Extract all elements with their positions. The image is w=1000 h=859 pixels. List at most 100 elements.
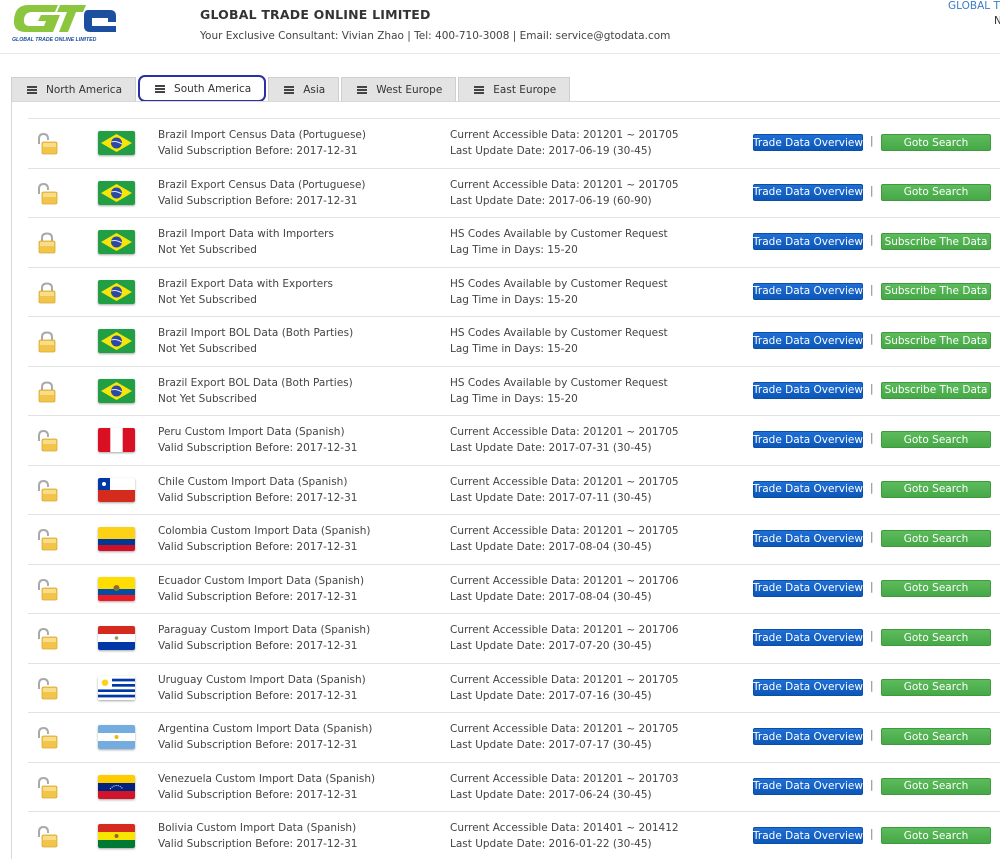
trade-data-overview-button[interactable]: Trade Data Overview (753, 480, 863, 498)
update-info: Last Update Date: 2017-06-19 (30-45) (450, 145, 652, 157)
unlock-icon (36, 627, 58, 650)
unlock-icon (36, 528, 58, 551)
subscription-status: Not Yet Subscribed (158, 244, 257, 256)
tab-east-europe[interactable]: East Europe (458, 77, 571, 102)
trade-data-overview-button[interactable]: Trade Data Overview (753, 530, 863, 547)
goto-search-button[interactable]: Goto Search (881, 431, 991, 448)
update-info: Last Update Date: 2017-08-04 (30-45) (450, 590, 652, 603)
update-info: Last Update Date: 2017-07-11 (30-45) (450, 491, 652, 504)
dataset-row-brazil: Brazil Export Census Data (Portuguese) Va… (28, 167, 1000, 218)
data-coverage: HS Codes Available by Customer Request (450, 376, 668, 389)
trade-data-overview-button[interactable]: Trade Data Overview (753, 431, 863, 448)
separator: | (870, 333, 874, 345)
subscription-status: Valid Subscription Before: 2017-12-31 (158, 145, 358, 157)
trade-data-overview-button[interactable]: Trade Data Overview (753, 777, 863, 795)
goto-search-button[interactable]: Goto Search (881, 777, 991, 795)
subscribe-button[interactable]: Subscribe The Data (881, 282, 991, 300)
dataset-row-bolivia: Bolivia Custom Import Data (Spanish) Vali… (28, 811, 1000, 859)
update-info: Last Update Date: 2016-01-22 (30-45) (450, 838, 652, 850)
flag-venezuela-icon (98, 774, 135, 799)
tab-west-europe[interactable]: West Europe (341, 77, 457, 102)
goto-search-button[interactable]: Goto Search (881, 480, 991, 498)
subscription-status: Valid Subscription Before: 2017-12-31 (158, 442, 358, 454)
unlock-icon (36, 776, 58, 799)
separator: | (870, 729, 874, 741)
goto-search-button[interactable]: Goto Search (881, 728, 991, 745)
trade-data-overview-button[interactable]: Trade Data Overview (753, 183, 863, 201)
trade-data-overview-button[interactable]: Trade Data Overview (753, 728, 863, 745)
tab-label: North America (46, 84, 123, 96)
subscription-status: Not Yet Subscribed (158, 392, 257, 405)
goto-search-button[interactable]: Goto Search (881, 134, 991, 151)
flag-brazil-icon (98, 230, 135, 254)
tab-north-america[interactable]: North America (11, 77, 137, 102)
update-info: Lag Time in Days: 15-20 (450, 244, 578, 256)
list-icon (357, 86, 368, 94)
trade-data-overview-button[interactable]: Trade Data Overview (753, 282, 863, 300)
subscription-status: Valid Subscription Before: 2017-12-31 (158, 541, 358, 553)
dataset-title: Colombia Custom Import Data (Spanish) (158, 525, 371, 537)
region-tabs: North America South America Asia West Eu… (11, 75, 572, 102)
dataset-title: Brazil Export Data with Exporters (158, 277, 333, 290)
trade-data-overview-button[interactable]: Trade Data Overview (753, 134, 863, 151)
dataset-title: Peru Custom Import Data (Spanish) (158, 426, 345, 438)
flag-brazil-icon (98, 329, 135, 353)
flag-ecuador-icon (98, 576, 135, 601)
top-right-link[interactable]: GLOBAL TR (948, 0, 1000, 12)
separator: | (870, 234, 874, 246)
data-coverage: HS Codes Available by Customer Request (450, 277, 668, 290)
goto-search-button[interactable]: Goto Search (881, 678, 991, 696)
tab-south-america[interactable]: South America (138, 75, 267, 102)
separator: | (870, 481, 874, 494)
trade-data-overview-button[interactable]: Trade Data Overview (753, 233, 863, 250)
goto-search-button[interactable]: Goto Search (881, 579, 991, 597)
separator: | (870, 283, 874, 296)
dataset-row-argentina: Argentina Custom Import Data (Spanish) Va… (28, 712, 1000, 762)
update-info: Lag Time in Days: 15-20 (450, 293, 578, 306)
subscribe-button[interactable]: Subscribe The Data (881, 381, 991, 399)
data-coverage: Current Accessible Data: 201201 ~ 201705 (450, 723, 679, 735)
unlock-icon (36, 182, 58, 205)
dataset-title: Uruguay Custom Import Data (Spanish) (158, 673, 366, 686)
data-coverage: Current Accessible Data: 201201 ~ 201705 (450, 525, 679, 537)
data-coverage: HS Codes Available by Customer Request (450, 228, 668, 240)
goto-search-button[interactable]: Goto Search (881, 183, 991, 201)
goto-search-button[interactable]: Goto Search (881, 629, 991, 646)
dataset-row-peru: Peru Custom Import Data (Spanish) Valid S… (28, 415, 1000, 465)
flag-bolivia-icon (98, 824, 135, 848)
flag-paraguay-icon (98, 626, 135, 650)
subscription-status: Valid Subscription Before: 2017-12-31 (158, 590, 358, 603)
trade-data-overview-button[interactable]: Trade Data Overview (753, 579, 863, 597)
gto-logo[interactable]: GLOBAL TRADE ONLINE LIMITED (10, 2, 120, 44)
list-icon (284, 86, 295, 94)
tab-asia[interactable]: Asia (268, 77, 340, 102)
trade-data-overview-button[interactable]: Trade Data Overview (753, 381, 863, 399)
trade-data-overview-button[interactable]: Trade Data Overview (753, 332, 863, 349)
svg-text:GLOBAL TRADE ONLINE LIMITED: GLOBAL TRADE ONLINE LIMITED (12, 37, 97, 43)
unlock-icon (36, 578, 58, 601)
subscription-status: Not Yet Subscribed (158, 293, 257, 306)
trade-data-overview-button[interactable]: Trade Data Overview (753, 827, 863, 844)
goto-search-button[interactable]: Goto Search (881, 530, 991, 547)
flag-uruguay-icon (98, 675, 135, 700)
dataset-title: Brazil Export BOL Data (Both Parties) (158, 376, 353, 389)
dataset-row-brazil: Brazil Import Census Data (Portuguese) Va… (28, 118, 1000, 168)
trade-data-overview-button[interactable]: Trade Data Overview (753, 678, 863, 696)
separator: | (870, 184, 874, 197)
data-coverage: Current Accessible Data: 201201 ~ 201705 (450, 129, 679, 141)
subscription-status: Valid Subscription Before: 2017-12-31 (158, 491, 358, 504)
subscribe-button[interactable]: Subscribe The Data (881, 332, 991, 349)
update-info: Lag Time in Days: 15-20 (450, 392, 578, 405)
separator: | (870, 135, 874, 147)
dataset-title: Ecuador Custom Import Data (Spanish) (158, 574, 365, 587)
goto-search-button[interactable]: Goto Search (881, 827, 991, 844)
subscribe-button[interactable]: Subscribe The Data (881, 233, 991, 250)
dataset-title: Argentina Custom Import Data (Spanish) (158, 723, 373, 735)
separator: | (870, 778, 874, 791)
data-coverage: Current Accessible Data: 201201 ~ 201705 (450, 178, 679, 191)
subscription-status: Valid Subscription Before: 2017-12-31 (158, 739, 358, 751)
flag-brazil-icon (98, 378, 135, 403)
trade-data-overview-button[interactable]: Trade Data Overview (753, 629, 863, 646)
unlock-icon (36, 429, 58, 452)
data-coverage: Current Accessible Data: 201201 ~ 201703 (450, 772, 679, 785)
